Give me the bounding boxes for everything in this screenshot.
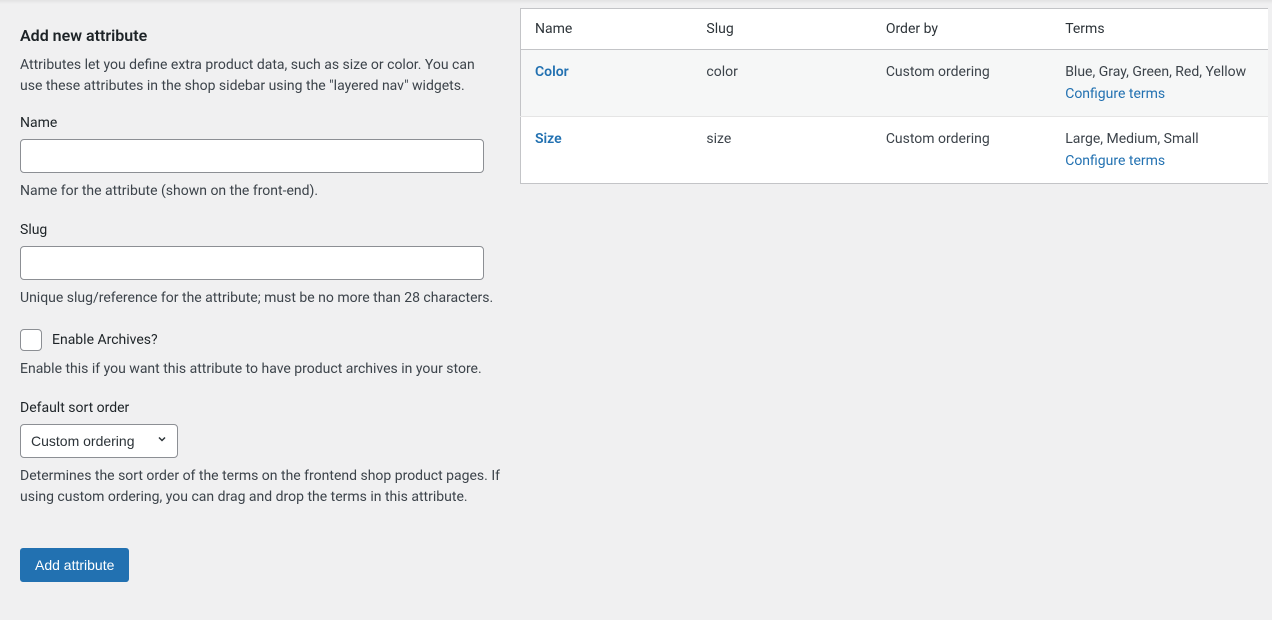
name-help: Name for the attribute (shown on the fro…: [20, 181, 500, 202]
form-description: Attributes let you define extra product …: [20, 55, 500, 97]
col-orderby: Order by: [872, 9, 1051, 50]
sort-order-select[interactable]: Custom ordering: [20, 424, 178, 458]
attribute-orderby: Custom ordering: [872, 50, 1051, 117]
slug-label: Slug: [20, 222, 500, 238]
sort-help: Determines the sort order of the terms o…: [20, 466, 500, 508]
form-title: Add new attribute: [20, 26, 500, 45]
add-attribute-button[interactable]: Add attribute: [20, 548, 129, 582]
name-label: Name: [20, 115, 500, 131]
attribute-orderby: Custom ordering: [872, 117, 1051, 184]
slug-input[interactable]: [20, 246, 484, 280]
enable-archives-checkbox[interactable]: [20, 329, 42, 351]
attribute-slug: color: [692, 50, 871, 117]
enable-archives-label: Enable Archives?: [52, 332, 158, 348]
attribute-name-link[interactable]: Size: [535, 131, 562, 147]
sort-label: Default sort order: [20, 400, 500, 416]
table-row: Size size Custom ordering Large, Medium,…: [521, 117, 1269, 184]
configure-terms-link[interactable]: Configure terms: [1065, 153, 1165, 169]
table-row: Color color Custom ordering Blue, Gray, …: [521, 50, 1269, 117]
archives-help: Enable this if you want this attribute t…: [20, 359, 500, 380]
attributes-table: Name Slug Order by Terms Color color Cus…: [520, 8, 1268, 184]
col-terms: Terms: [1051, 9, 1268, 50]
col-slug: Slug: [692, 9, 871, 50]
attribute-terms: Blue, Gray, Green, Red, Yellow: [1065, 64, 1246, 80]
attribute-terms: Large, Medium, Small: [1065, 131, 1198, 147]
attribute-slug: size: [692, 117, 871, 184]
col-name: Name: [521, 9, 693, 50]
name-input[interactable]: [20, 139, 484, 173]
configure-terms-link[interactable]: Configure terms: [1065, 86, 1165, 102]
attribute-name-link[interactable]: Color: [535, 64, 569, 80]
slug-help: Unique slug/reference for the attribute;…: [20, 288, 500, 309]
